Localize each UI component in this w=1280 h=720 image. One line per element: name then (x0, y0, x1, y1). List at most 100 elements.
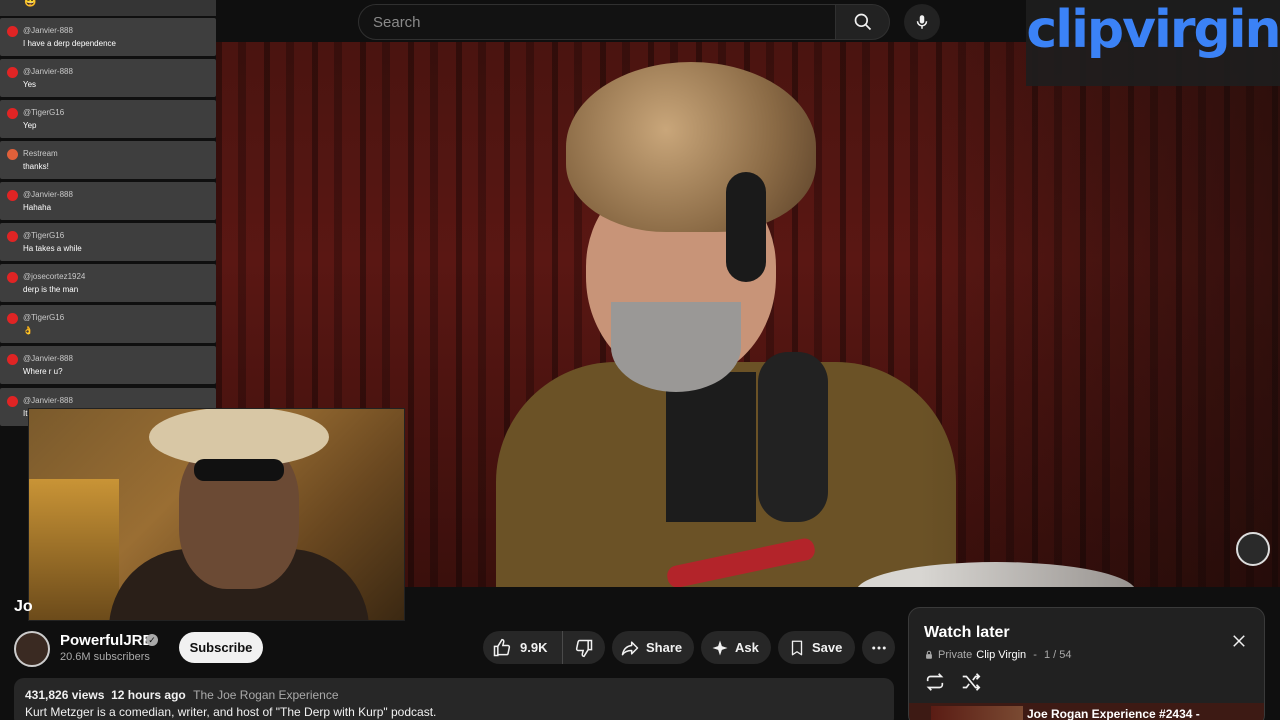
loop-button[interactable] (924, 671, 946, 698)
save-label: Save (812, 640, 843, 655)
chat-username: @Janvier-888 (23, 396, 73, 405)
like-count: 9.9K (520, 640, 548, 655)
restream-icon (7, 149, 18, 160)
chat-username: @TigerG16 (23, 313, 65, 322)
thumbs-down-icon (575, 639, 593, 657)
chat-message: @TigerG16 Yep (0, 100, 216, 138)
youtube-icon (7, 272, 18, 283)
share-icon (621, 640, 639, 655)
video-title: Jo (14, 598, 33, 615)
share-button[interactable]: Share (612, 631, 694, 664)
subscriber-count: 20.6M subscribers (60, 651, 150, 663)
like-dislike-group: 9.9K (483, 631, 605, 664)
watermark-text: clipvirgin (1026, 0, 1280, 60)
like-button[interactable]: 9.9K (483, 631, 563, 664)
chat-text: Yes (23, 80, 37, 89)
youtube-icon (7, 231, 18, 242)
playlist-privacy: Private (938, 649, 973, 661)
chat-message: @TigerG16 👌 (0, 305, 216, 343)
search-icon (854, 13, 871, 31)
playlist-panel: Watch later Private Clip Virgin - 1 / 54… (908, 607, 1265, 720)
chat-username: @TigerG16 (23, 108, 65, 117)
more-horizontal-icon (871, 646, 886, 649)
chat-emoji: 😄 (24, 0, 37, 8)
ask-label: Ask (735, 640, 759, 655)
description-box[interactable]: 431,826 views 12 hours ago The Joe Rogan… (14, 678, 894, 720)
close-playlist-button[interactable] (1230, 632, 1248, 650)
search-placeholder: Search (373, 13, 421, 31)
search-button[interactable] (835, 4, 890, 40)
chat-text: It (23, 409, 28, 418)
chat-text: Where r u? (23, 367, 63, 376)
playlist-item-thumbnail (931, 706, 1023, 720)
verified-icon: ✓ (146, 634, 158, 646)
share-label: Share (646, 640, 683, 655)
description-meta: 431,826 views 12 hours ago The Joe Rogan… (25, 688, 883, 702)
lock-icon (926, 650, 932, 659)
chat-text: Ha takes a while (23, 244, 82, 253)
chat-text: I have a derp dependence (23, 39, 116, 48)
chat-message: @Janvier-888 I have a derp dependence (0, 18, 216, 56)
webcam-overlay (28, 408, 405, 621)
ask-button[interactable]: Ask (701, 631, 771, 664)
playlist-position: 1 / 54 (1043, 649, 1072, 661)
live-chat-overlay: 😄 @Janvier-888 I have a derp dependence @… (0, 0, 216, 430)
dislike-button[interactable] (563, 631, 605, 664)
chat-username: @Janvier-888 (23, 354, 73, 363)
sparkle-icon (712, 640, 728, 655)
search-input[interactable]: Search (358, 4, 836, 40)
clipvirgin-watermark: clipvirgin (1026, 0, 1280, 86)
voice-search-button[interactable] (904, 4, 940, 40)
chat-username: @Janvier-888 (23, 26, 73, 35)
playlist-separator: - (1030, 649, 1040, 661)
chat-message-partial: 😄 (0, 0, 216, 16)
chat-text: Yep (23, 121, 37, 130)
more-actions-button[interactable] (862, 631, 895, 664)
loop-icon (926, 673, 944, 691)
playlist-info: Private Clip Virgin - 1 / 54 (924, 649, 1072, 661)
upload-age: 12 hours ago (111, 688, 186, 702)
youtube-icon (7, 396, 18, 407)
chat-message: @josecortez1924 derp is the man (0, 264, 216, 302)
youtube-icon (7, 190, 18, 201)
chat-username: @josecortez1924 (23, 272, 86, 281)
channel-name[interactable]: PowerfulJRE (60, 632, 153, 649)
chat-username: Restream (23, 149, 58, 158)
description-text: Kurt Metzger is a comedian, writer, and … (25, 705, 437, 719)
chat-message: @Janvier-888 Hahaha (0, 182, 216, 220)
jre-logo-icon (1236, 532, 1270, 566)
youtube-icon (7, 26, 18, 37)
chat-text: Hahaha (23, 203, 52, 212)
chat-message: @TigerG16 Ha takes a while (0, 223, 216, 261)
chat-username: @Janvier-888 (23, 190, 73, 199)
playlist-item-title: Joe Rogan Experience #2434 - (1027, 707, 1200, 720)
chat-username: @TigerG16 (23, 231, 65, 240)
close-icon (1233, 635, 1245, 647)
screen: Search clipvirgin 😄 @Janvier-888 I have a… (0, 0, 1280, 720)
chat-text: thanks! (23, 162, 49, 171)
youtube-icon (7, 313, 18, 324)
chat-username: @Janvier-888 (23, 67, 73, 76)
shuffle-icon (962, 673, 981, 691)
save-button[interactable]: Save (778, 631, 855, 664)
youtube-icon (7, 354, 18, 365)
bookmark-icon (791, 640, 803, 655)
microphone-icon (916, 15, 928, 29)
channel-avatar[interactable] (14, 631, 50, 667)
youtube-icon (7, 67, 18, 78)
description-tag[interactable]: The Joe Rogan Experience (193, 688, 338, 702)
chat-message: Restream thanks! (0, 141, 216, 179)
thumbs-up-icon (493, 638, 511, 656)
chat-text: derp is the man (23, 285, 79, 294)
playlist-owner[interactable]: Clip Virgin (976, 649, 1026, 661)
subscribe-button[interactable]: Subscribe (179, 632, 263, 663)
playlist-item[interactable]: Joe Rogan Experience #2434 - (909, 703, 1264, 720)
youtube-icon (7, 108, 18, 119)
chat-message: @Janvier-888 Yes (0, 59, 216, 97)
view-count: 431,826 views (25, 688, 105, 702)
chat-text: 👌 (23, 326, 33, 335)
chat-message: @Janvier-888 Where r u? (0, 346, 216, 384)
shuffle-button[interactable] (960, 671, 982, 698)
video-guest (476, 62, 1136, 587)
playlist-title[interactable]: Watch later (924, 624, 1010, 642)
